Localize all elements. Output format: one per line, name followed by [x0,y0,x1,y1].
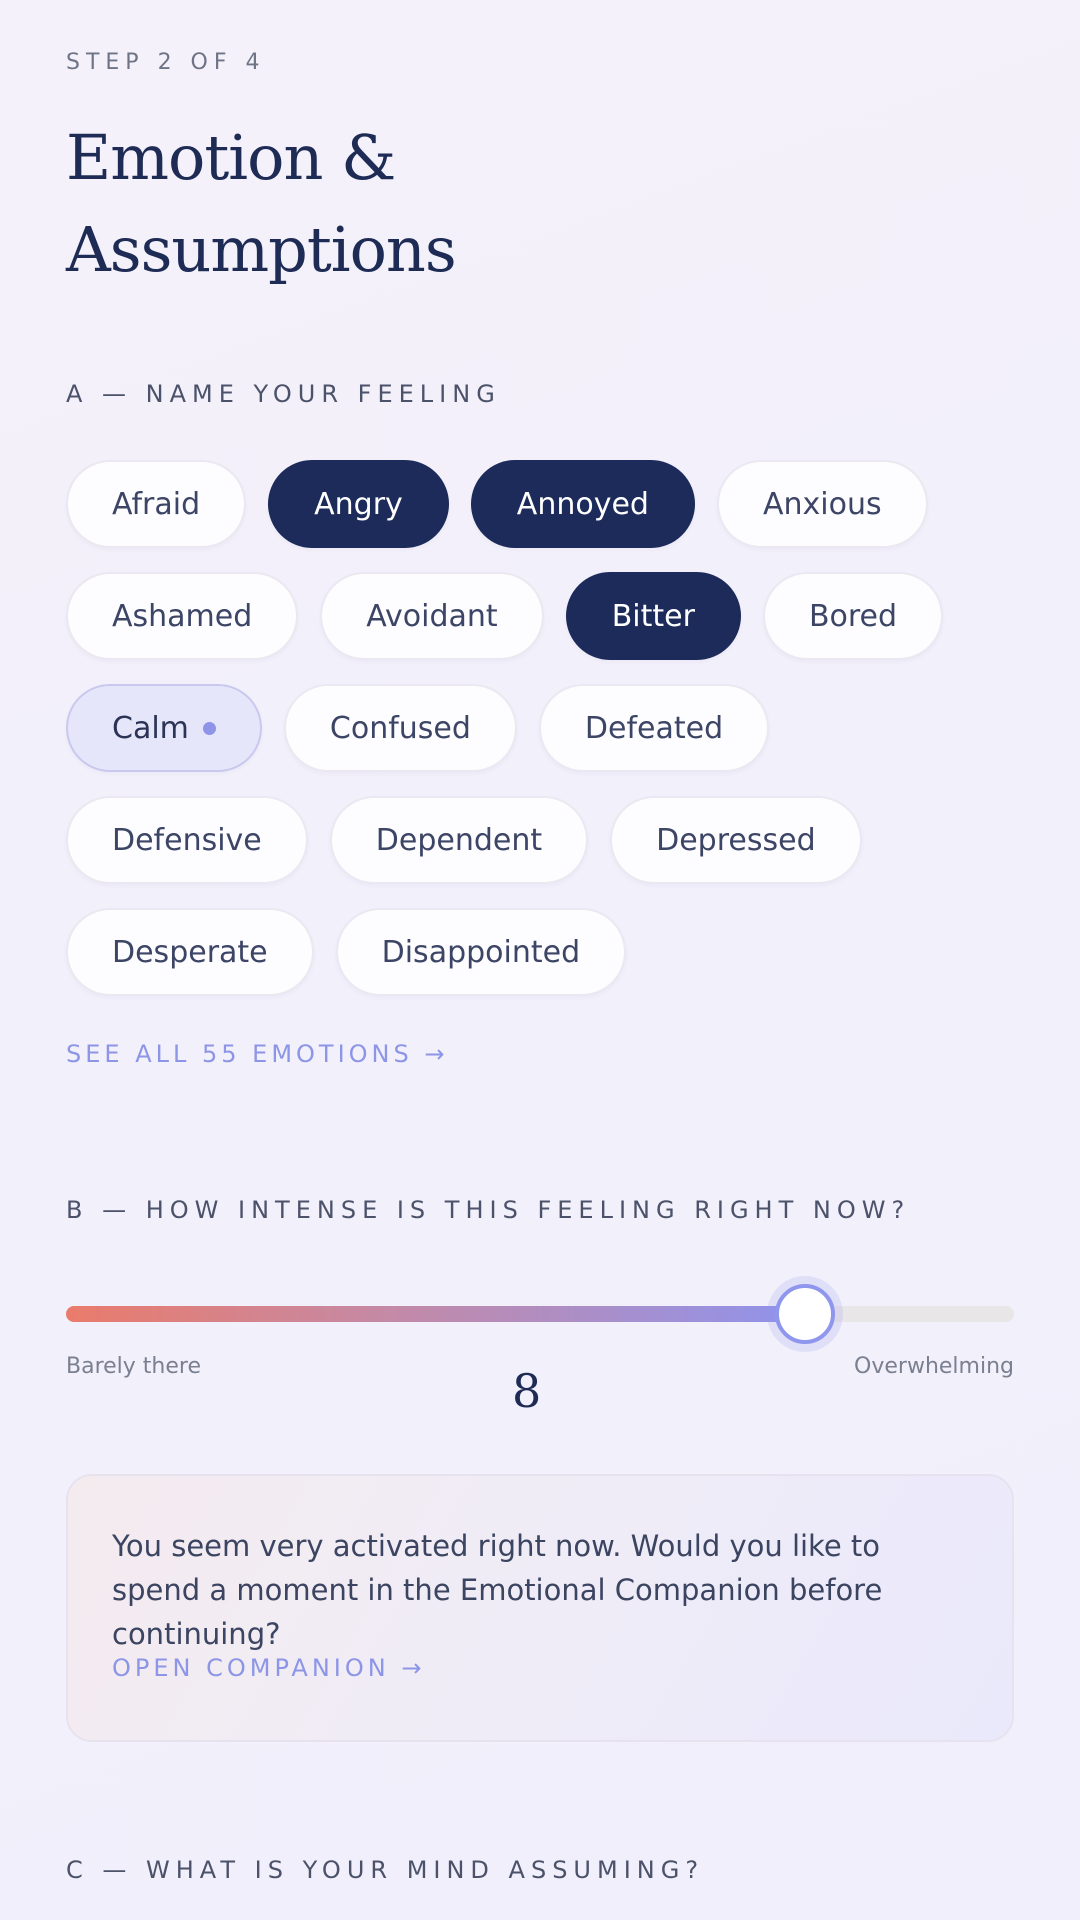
emotion-chip-annoyed[interactable]: Annoyed [470,460,695,548]
emotion-chip-confused[interactable]: Confused [283,684,517,772]
emotion-chip-label: Desperate [112,934,268,970]
slider-min-label: Barely there [66,1354,201,1379]
emotion-chip-bored[interactable]: Bored [762,572,944,660]
intensity-slider-fill [66,1306,806,1322]
emotion-chip-avoidant[interactable]: Avoidant [320,572,544,660]
emotion-chip-row: Ashamed Avoidant Bitter Bored [66,572,1026,660]
emotion-chip-desperate[interactable]: Desperate [66,908,314,996]
suggestion-dot-icon [202,721,216,735]
emotion-chip-label: Anxious [762,486,882,522]
intensity-slider-thumb[interactable] [775,1284,836,1344]
emotion-chip-row: Calm Confused Defeated [66,684,1026,772]
emotion-chip-row: Afraid Angry Annoyed Anxious [66,460,1026,548]
emotion-chip-group: Afraid Angry Annoyed Anxious Ashamed Avoidant… [66,460,1026,1020]
emotion-chip-anxious[interactable]: Anxious [716,460,928,548]
emotion-chip-label: Defensive [112,822,262,858]
see-all-emotions-link[interactable]: SEE ALL 55 EMOTIONS → [66,1040,448,1068]
section-a-label: A — NAME YOUR FEELING [66,380,501,408]
emotion-chip-label: Dependent [375,822,543,858]
companion-suggestion-card: You seem very activated right now. Would… [66,1474,1014,1742]
emotion-chip-label: Afraid [112,486,201,522]
page-title: Emotion & Assumptions [66,112,457,296]
emotion-chip-dependent[interactable]: Dependent [329,796,589,884]
emotion-chip-calm[interactable]: Calm [66,684,262,772]
section-b-label: B — HOW INTENSE IS THIS FEELING RIGHT NO… [66,1196,911,1224]
emotion-chip-label: Angry [314,486,403,522]
emotion-chip-defensive[interactable]: Defensive [66,796,308,884]
emotion-chip-row: Desperate Disappointed [66,908,1026,996]
emotion-chip-label: Defeated [584,710,724,746]
emotion-chip-label: Bored [808,598,898,634]
emotion-chip-bitter[interactable]: Bitter [565,572,741,660]
emotion-chip-label: Calm [112,710,189,746]
emotion-chip-row: Defensive Dependent Depressed [66,796,1026,884]
emotion-chip-label: Bitter [611,598,695,634]
emotion-chip-disappointed[interactable]: Disappointed [335,908,627,996]
emotion-chip-afraid[interactable]: Afraid [66,460,247,548]
title-line-1: Emotion & [66,121,396,194]
title-line-2: Assumptions [66,213,457,286]
emotion-chip-angry[interactable]: Angry [268,460,449,548]
intensity-value: 8 [512,1364,542,1418]
intensity-slider[interactable] [66,1284,1014,1344]
emotion-chip-defeated[interactable]: Defeated [538,684,770,772]
open-companion-link[interactable]: OPEN COMPANION → [112,1654,425,1682]
section-c-label: C — WHAT IS YOUR MIND ASSUMING? [66,1856,705,1884]
emotion-chip-label: Depressed [656,822,816,858]
emotion-chip-label: Ashamed [112,598,253,634]
emotion-chip-label: Annoyed [516,486,649,522]
slider-max-label: Overwhelming [854,1354,1014,1379]
companion-suggestion-text: You seem very activated right now. Would… [112,1529,883,1651]
emotion-chip-depressed[interactable]: Depressed [610,796,862,884]
emotion-chip-label: Avoidant [366,598,498,634]
emotion-chip-ashamed[interactable]: Ashamed [66,572,299,660]
emotion-chip-label: Confused [329,710,471,746]
emotion-chip-label: Disappointed [381,934,581,970]
step-indicator: STEP 2 OF 4 [66,50,266,75]
